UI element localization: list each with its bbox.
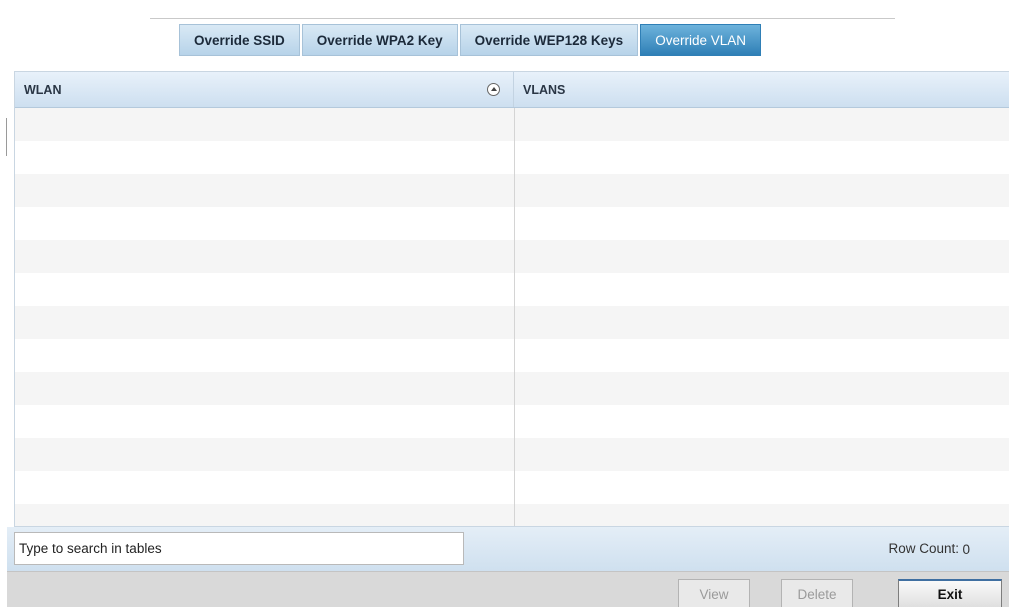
tab-override-vlan[interactable]: Override VLAN — [640, 24, 761, 56]
column-header-vlans[interactable]: VLANS — [514, 72, 1009, 107]
row-count-value: 0 — [962, 542, 970, 557]
column-divider[interactable] — [514, 108, 515, 526]
tab-override-wep128-keys[interactable]: Override WEP128 Keys — [459, 24, 639, 56]
empty-table-row — [15, 405, 1009, 438]
override-tab-bar: Override SSID Override WPA2 Key Override… — [179, 24, 761, 56]
empty-table-row — [15, 339, 1009, 372]
column-header-wlan-label: WLAN — [24, 82, 62, 97]
row-count-label: Row Count: — [888, 541, 959, 556]
empty-table-row — [15, 174, 1009, 207]
column-header-wlan[interactable]: WLAN — [15, 72, 514, 107]
delete-button[interactable]: Delete — [781, 579, 853, 607]
left-edge-divider — [6, 118, 7, 156]
empty-table-row — [15, 438, 1009, 471]
column-header-vlans-label: VLANS — [523, 82, 566, 97]
empty-table-row — [15, 141, 1009, 174]
empty-table-row — [15, 240, 1009, 273]
action-footer: View Delete Exit — [7, 571, 1009, 607]
empty-table-row — [15, 273, 1009, 306]
tab-override-wpa2-key[interactable]: Override WPA2 Key — [301, 24, 458, 56]
tab-strip-line — [150, 18, 895, 19]
exit-button[interactable]: Exit — [898, 579, 1002, 607]
view-button[interactable]: View — [678, 579, 750, 607]
empty-table-row — [15, 306, 1009, 339]
tab-override-ssid[interactable]: Override SSID — [179, 24, 300, 56]
table-search-bar: Row Count: 0 — [7, 527, 1009, 571]
empty-table-row — [15, 108, 1009, 141]
empty-table-row — [15, 504, 1009, 526]
vlan-override-table: WLAN VLANS — [14, 71, 1009, 527]
empty-table-row — [15, 207, 1009, 240]
empty-table-row — [15, 471, 1009, 504]
sort-ascending-icon[interactable] — [487, 83, 500, 96]
table-body — [15, 108, 1009, 526]
empty-table-row — [15, 372, 1009, 405]
table-search-input[interactable] — [14, 532, 464, 565]
table-header: WLAN VLANS — [15, 72, 1009, 108]
